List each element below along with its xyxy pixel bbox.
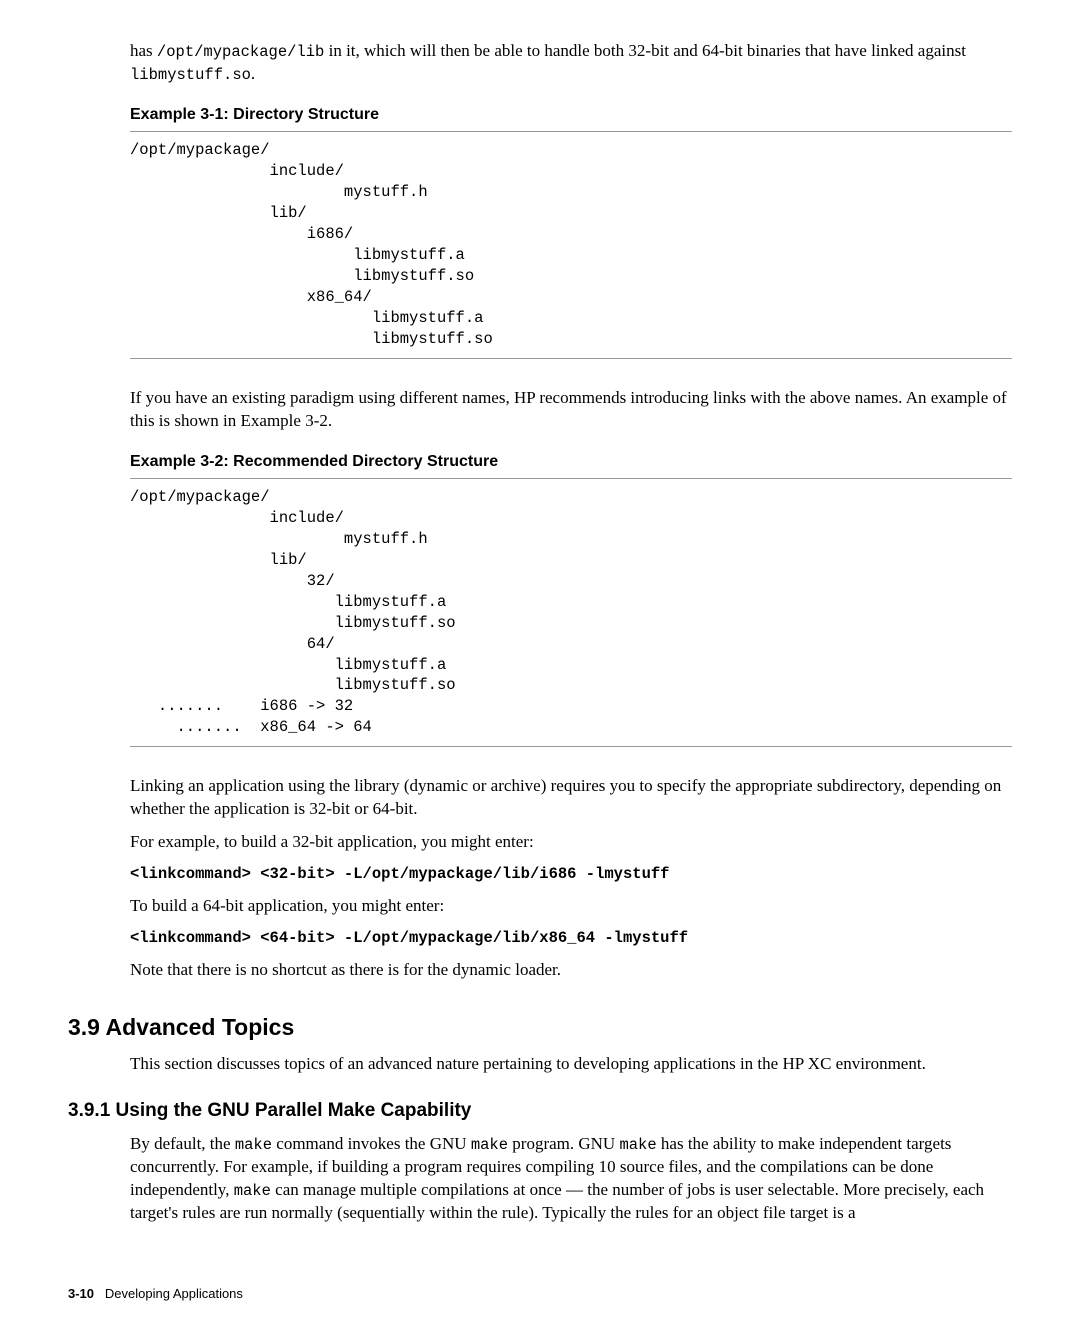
- code: make: [235, 1136, 272, 1154]
- code: make: [234, 1182, 271, 1200]
- rule: [130, 478, 1012, 479]
- rule: [130, 746, 1012, 747]
- section-3-9-1-paragraph: By default, the make command invokes the…: [130, 1133, 1012, 1225]
- example-3-1-title: Example 3-1: Directory Structure: [130, 104, 1012, 126]
- text: .: [251, 64, 255, 83]
- example-3-2-box: /opt/mypackage/ include/ mystuff.h lib/ …: [130, 478, 1012, 747]
- rule: [130, 131, 1012, 132]
- section-3-9-heading: 3.9 Advanced Topics: [68, 1012, 1012, 1043]
- example-64bit-text: To build a 64-bit application, you might…: [130, 895, 1012, 918]
- code: libmystuff.so: [130, 66, 251, 84]
- text: command invokes the GNU: [272, 1134, 471, 1153]
- intro-paragraph: has /opt/mypackage/lib in it, which will…: [130, 40, 1012, 86]
- footer-label: Developing Applications: [105, 1286, 243, 1301]
- example-3-2-title: Example 3-2: Recommended Directory Struc…: [130, 451, 1012, 473]
- code: make: [471, 1136, 508, 1154]
- example-3-1-code: /opt/mypackage/ include/ mystuff.h lib/ …: [130, 140, 1012, 349]
- example-3-1-box: /opt/mypackage/ include/ mystuff.h lib/ …: [130, 131, 1012, 358]
- text: has: [130, 41, 157, 60]
- page-number: 3-10: [68, 1286, 94, 1301]
- text: in it, which will then be able to handle…: [324, 41, 966, 60]
- example-32bit-text: For example, to build a 32-bit applicati…: [130, 831, 1012, 854]
- text: By default, the: [130, 1134, 235, 1153]
- linking-paragraph: Linking an application using the library…: [130, 775, 1012, 821]
- between-paragraph: If you have an existing paradigm using d…: [130, 387, 1012, 433]
- note-shortcut: Note that there is no shortcut as there …: [130, 959, 1012, 982]
- command-64bit: <linkcommand> <64-bit> -L/opt/mypackage/…: [130, 928, 1012, 949]
- section-3-9-paragraph: This section discusses topics of an adva…: [130, 1053, 1012, 1076]
- code: make: [619, 1136, 656, 1154]
- rule: [130, 358, 1012, 359]
- code: /opt/mypackage/lib: [157, 43, 324, 61]
- example-3-2-code: /opt/mypackage/ include/ mystuff.h lib/ …: [130, 487, 1012, 738]
- page-footer: 3-10 Developing Applications: [68, 1285, 1012, 1303]
- section-3-9-1-heading: 3.9.1 Using the GNU Parallel Make Capabi…: [68, 1098, 1012, 1124]
- text: program. GNU: [508, 1134, 619, 1153]
- command-32bit: <linkcommand> <32-bit> -L/opt/mypackage/…: [130, 864, 1012, 885]
